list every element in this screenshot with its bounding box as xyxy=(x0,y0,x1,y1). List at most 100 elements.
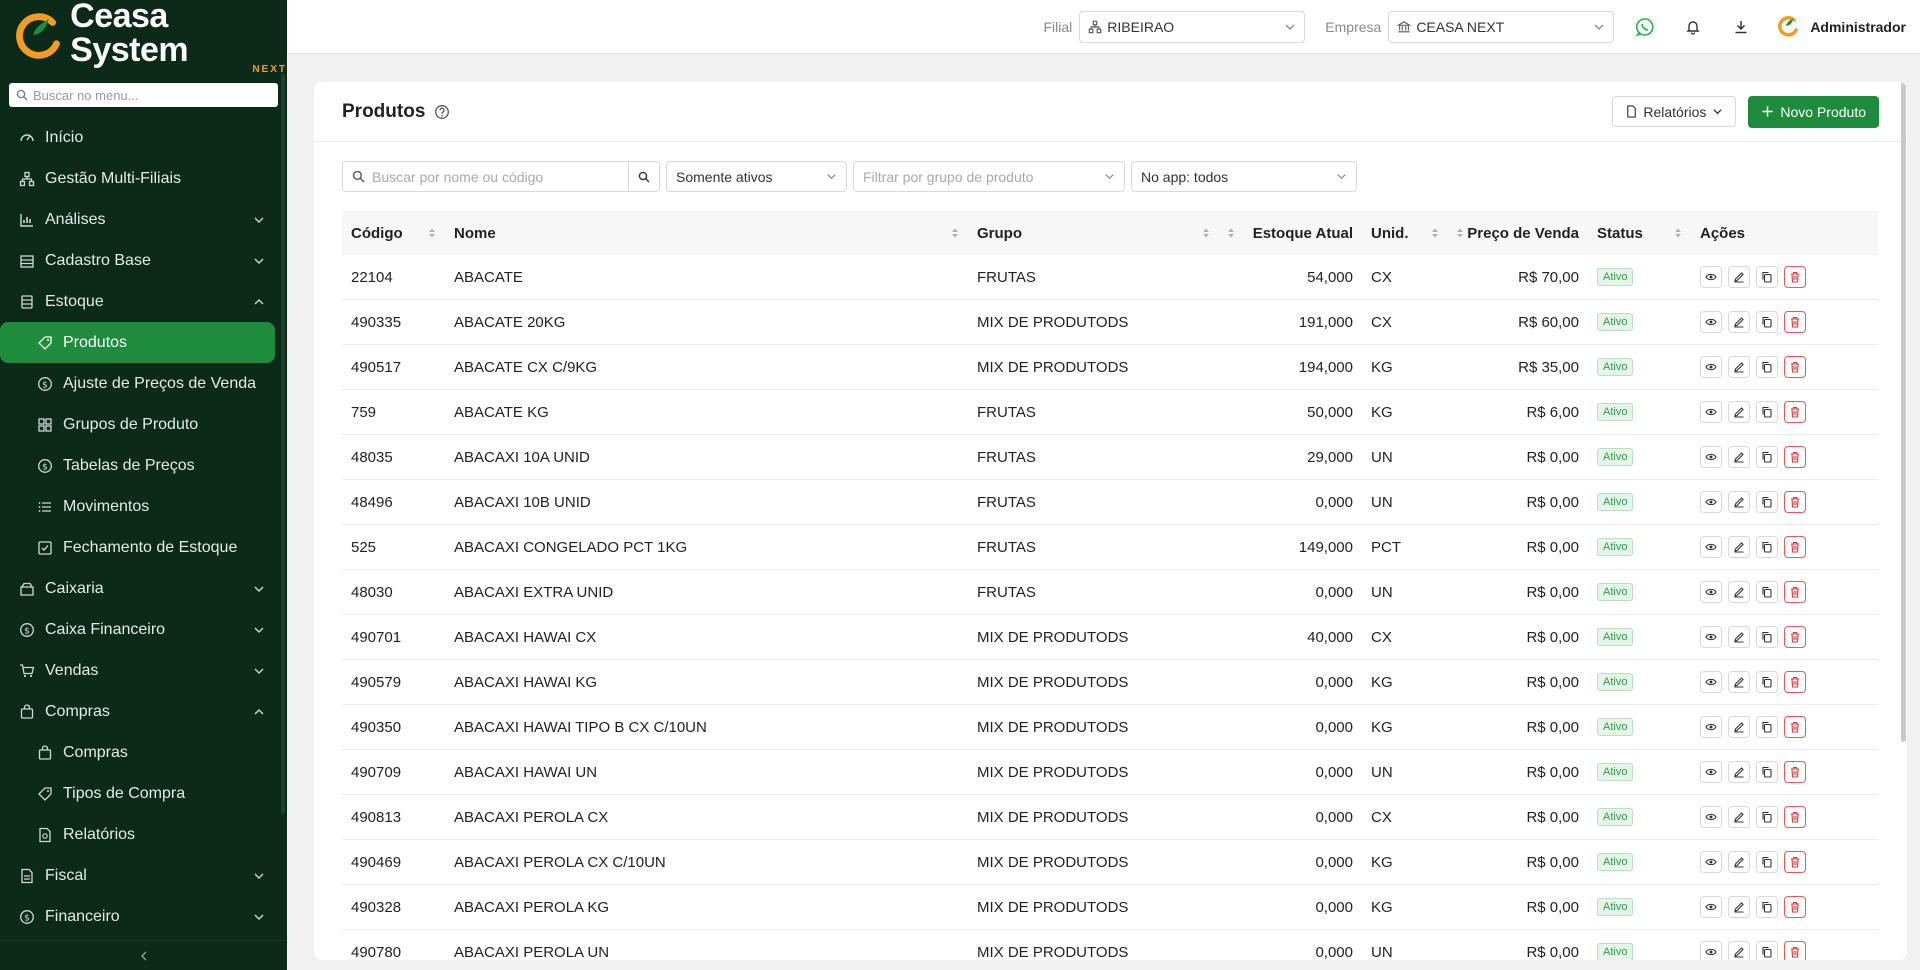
edit-icon[interactable] xyxy=(1728,446,1750,468)
view-icon[interactable] xyxy=(1700,311,1722,333)
edit-icon[interactable] xyxy=(1728,356,1750,378)
copy-icon[interactable] xyxy=(1756,806,1778,828)
col-unid-header[interactable]: Unid. xyxy=(1362,211,1448,255)
group-filter-select[interactable]: Filtrar por grupo de produto xyxy=(853,161,1125,192)
trash-icon[interactable] xyxy=(1784,311,1806,333)
col-estoque-header[interactable]: Estoque Atual xyxy=(1219,211,1362,255)
col-codigo-header[interactable]: Código xyxy=(342,211,445,255)
sidebar-item-tabelas-precos[interactable]: $ Tabelas de Preços xyxy=(0,445,287,486)
trash-icon[interactable] xyxy=(1784,266,1806,288)
download-icon[interactable] xyxy=(1730,16,1752,38)
sidebar-item-grupos-produto[interactable]: Grupos de Produto xyxy=(0,404,287,445)
bell-icon[interactable] xyxy=(1682,16,1704,38)
copy-icon[interactable] xyxy=(1756,266,1778,288)
table-row[interactable]: 48030 ABACAXI EXTRA UNID FRUTAS 0,000 UN R$ 0… xyxy=(342,570,1878,615)
table-row[interactable]: 490469 ABACAXI PEROLA CX C/10UN MIX DE PRO… xyxy=(342,840,1878,885)
trash-icon[interactable] xyxy=(1784,401,1806,423)
search-button[interactable] xyxy=(628,161,659,192)
sidebar-scrollbar[interactable] xyxy=(281,74,285,814)
copy-icon[interactable] xyxy=(1756,626,1778,648)
copy-icon[interactable] xyxy=(1756,671,1778,693)
edit-icon[interactable] xyxy=(1728,806,1750,828)
view-icon[interactable] xyxy=(1700,536,1722,558)
copy-icon[interactable] xyxy=(1756,401,1778,423)
view-icon[interactable] xyxy=(1700,491,1722,513)
view-icon[interactable] xyxy=(1700,896,1722,918)
view-icon[interactable] xyxy=(1700,761,1722,783)
sidebar-item-fechamento-estoque[interactable]: Fechamento de Estoque xyxy=(0,527,287,568)
edit-icon[interactable] xyxy=(1728,761,1750,783)
view-icon[interactable] xyxy=(1700,851,1722,873)
trash-icon[interactable] xyxy=(1784,671,1806,693)
table-row[interactable]: 759 ABACATE KG FRUTAS 50,000 KG R$ 6,00 Ativo xyxy=(342,390,1878,435)
sidebar-item-caixa-financeiro[interactable]: $ Caixa Financeiro xyxy=(0,609,287,650)
copy-icon[interactable] xyxy=(1756,941,1778,960)
edit-icon[interactable] xyxy=(1728,896,1750,918)
edit-icon[interactable] xyxy=(1728,491,1750,513)
sidebar-item-analises[interactable]: Análises xyxy=(0,199,287,240)
copy-icon[interactable] xyxy=(1756,581,1778,603)
menu-search-input[interactable]: Buscar no menu... xyxy=(9,83,278,107)
table-row[interactable]: 490335 ABACATE 20KG MIX DE PRODUTODS 191,00… xyxy=(342,300,1878,345)
view-icon[interactable] xyxy=(1700,941,1722,960)
view-icon[interactable] xyxy=(1700,626,1722,648)
sidebar-item-financeiro[interactable]: $ Financeiro xyxy=(0,896,287,937)
copy-icon[interactable] xyxy=(1756,311,1778,333)
filial-select[interactable]: RIBEIRAO xyxy=(1079,10,1306,43)
logo[interactable]: Ceasa System NEXT xyxy=(0,0,287,75)
collapse-sidebar-button[interactable] xyxy=(0,940,287,970)
table-row[interactable]: 490709 ABACAXI HAWAI UN MIX DE PRODUTODS 0,… xyxy=(342,750,1878,795)
table-row[interactable]: 490579 ABACAXI HAWAI KG MIX DE PRODUTODS 0,… xyxy=(342,660,1878,705)
table-row[interactable]: 490701 ABACAXI HAWAI CX MIX DE PRODUTODS 40… xyxy=(342,615,1878,660)
col-preco-header[interactable]: Preço de Venda xyxy=(1448,211,1588,255)
sidebar-item-multi-filiais[interactable]: Gestão Multi-Filiais xyxy=(0,158,287,199)
sidebar-item-movimentos[interactable]: Movimentos xyxy=(0,486,287,527)
view-icon[interactable] xyxy=(1700,356,1722,378)
table-row[interactable]: 22104 ABACATE FRUTAS 54,000 CX R$ 70,00 Ativo xyxy=(342,255,1878,300)
sidebar-item-compras-group[interactable]: Compras xyxy=(0,691,287,732)
copy-icon[interactable] xyxy=(1756,446,1778,468)
trash-icon[interactable] xyxy=(1784,716,1806,738)
trash-icon[interactable] xyxy=(1784,626,1806,648)
sidebar-item-relatorios[interactable]: Relatórios xyxy=(0,814,287,855)
user-menu[interactable]: Administrador xyxy=(1778,15,1906,38)
copy-icon[interactable] xyxy=(1756,761,1778,783)
view-icon[interactable] xyxy=(1700,446,1722,468)
view-icon[interactable] xyxy=(1700,266,1722,288)
edit-icon[interactable] xyxy=(1728,941,1750,960)
trash-icon[interactable] xyxy=(1784,896,1806,918)
trash-icon[interactable] xyxy=(1784,536,1806,558)
copy-icon[interactable] xyxy=(1756,896,1778,918)
edit-icon[interactable] xyxy=(1728,581,1750,603)
trash-icon[interactable] xyxy=(1784,491,1806,513)
edit-icon[interactable] xyxy=(1728,851,1750,873)
table-row[interactable]: 490350 ABACAXI HAWAI TIPO B CX C/10UN MIX … xyxy=(342,705,1878,750)
table-row[interactable]: 525 ABACAXI CONGELADO PCT 1KG FRUTAS 149,00… xyxy=(342,525,1878,570)
sidebar-item-caixaria[interactable]: Caixaria xyxy=(0,568,287,609)
sidebar-item-ajuste-precos[interactable]: $ Ajuste de Preços de Venda xyxy=(0,363,287,404)
empresa-select[interactable]: CEASA NEXT xyxy=(1388,10,1615,43)
col-nome-header[interactable]: Nome xyxy=(445,211,968,255)
whatsapp-icon[interactable] xyxy=(1634,16,1656,38)
new-product-button[interactable]: Novo Produto xyxy=(1748,95,1879,128)
reports-button[interactable]: Relatórios xyxy=(1612,96,1737,127)
sidebar-item-compras[interactable]: Compras xyxy=(0,732,287,773)
view-icon[interactable] xyxy=(1700,671,1722,693)
sidebar-item-fiscal[interactable]: Fiscal xyxy=(0,855,287,896)
product-search-input[interactable]: Buscar por nome ou código xyxy=(342,161,660,192)
table-row[interactable]: 48496 ABACAXI 10B UNID FRUTAS 0,000 UN R$ 0,0… xyxy=(342,480,1878,525)
sidebar-item-tipos-compra[interactable]: Tipos de Compra xyxy=(0,773,287,814)
copy-icon[interactable] xyxy=(1756,491,1778,513)
edit-icon[interactable] xyxy=(1728,266,1750,288)
table-row[interactable]: 490780 ABACAXI PEROLA UN MIX DE PRODUTODS 0… xyxy=(342,930,1878,960)
help-icon[interactable] xyxy=(434,104,450,120)
edit-icon[interactable] xyxy=(1728,716,1750,738)
copy-icon[interactable] xyxy=(1756,716,1778,738)
copy-icon[interactable] xyxy=(1756,356,1778,378)
view-icon[interactable] xyxy=(1700,581,1722,603)
trash-icon[interactable] xyxy=(1784,446,1806,468)
edit-icon[interactable] xyxy=(1728,626,1750,648)
view-icon[interactable] xyxy=(1700,716,1722,738)
content-scrollbar[interactable] xyxy=(1901,82,1906,742)
trash-icon[interactable] xyxy=(1784,806,1806,828)
